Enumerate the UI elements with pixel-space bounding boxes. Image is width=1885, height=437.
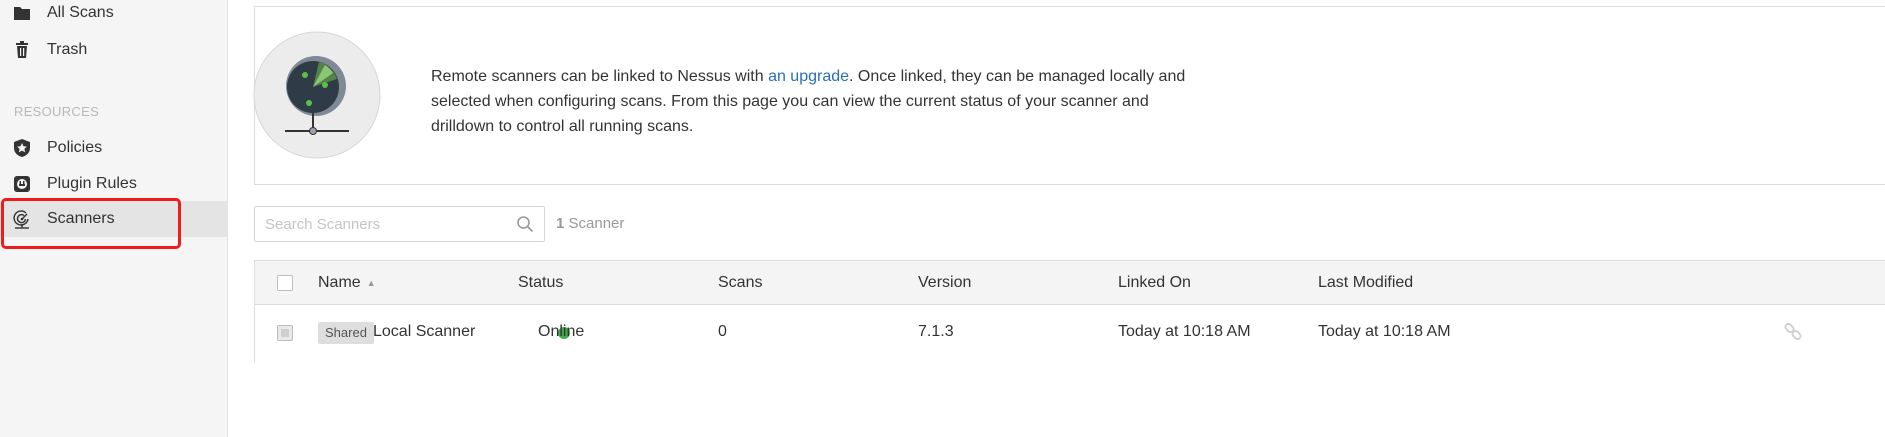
column-header-last-modified[interactable]: Last Modified	[1318, 274, 1413, 292]
sidebar-item-all-scans[interactable]: All Scans	[0, 0, 228, 31]
scanner-last-modified: Today at 10:18 AM	[1318, 323, 1451, 340]
search-scanners-box	[254, 206, 545, 242]
sidebar-item-trash[interactable]: Trash	[0, 32, 228, 68]
column-header-scans[interactable]: Scans	[718, 274, 762, 292]
link-icon[interactable]	[1783, 323, 1803, 343]
sort-ascending-icon: ▲	[366, 277, 376, 288]
column-header-status[interactable]: Status	[518, 274, 563, 292]
sidebar-item-label: Plugin Rules	[47, 175, 137, 192]
sidebar-item-label: Trash	[47, 41, 88, 58]
upgrade-link[interactable]: an upgrade	[768, 68, 849, 85]
scanner-version: 7.1.3	[918, 323, 954, 340]
sidebar-item-label: Policies	[47, 139, 103, 156]
scanner-name[interactable]: Local Scanner	[373, 323, 475, 341]
scanner-count: 1 Scanner	[556, 215, 624, 232]
trash-icon	[16, 41, 28, 58]
resources-section-title: RESOURCES	[14, 104, 100, 119]
select-all-checkbox[interactable]	[277, 275, 293, 291]
scanner-scans: 0	[718, 323, 727, 340]
column-header-label: Name	[318, 274, 361, 291]
sidebar-item-plugin-rules[interactable]: Plugin Rules	[0, 166, 228, 202]
table-row[interactable]: Shared Local Scanner Online 0 7.1.3 Toda…	[255, 305, 1885, 362]
info-text-part: Remote scanners can be linked to Nessus …	[431, 68, 769, 85]
scanner-linked-on: Today at 10:18 AM	[1118, 323, 1251, 340]
shared-badge: Shared	[318, 322, 374, 344]
highlight-annotation-box	[1, 198, 181, 249]
policy-shield-icon	[14, 139, 30, 157]
sidebar-item-label: All Scans	[47, 4, 114, 21]
table-header: Name ▲ Status Scans Version Linked On Las…	[255, 261, 1885, 305]
scanners-table: Name ▲ Status Scans Version Linked On Las…	[254, 260, 1885, 362]
search-icon[interactable]	[516, 215, 534, 233]
sidebar-item-policies[interactable]: Policies	[0, 130, 228, 166]
folder-icon	[14, 7, 30, 20]
plugin-rules-icon	[14, 176, 30, 192]
scanner-count-label: Scanner	[564, 215, 625, 232]
column-header-version[interactable]: Version	[918, 274, 971, 292]
info-description: Remote scanners can be linked to Nessus …	[431, 64, 1191, 139]
search-input[interactable]	[265, 213, 505, 235]
row-checkbox[interactable]	[277, 325, 293, 341]
column-header-linked-on[interactable]: Linked On	[1118, 274, 1191, 292]
scanner-status: Online	[538, 323, 585, 340]
column-header-name[interactable]: Name ▲	[318, 274, 376, 292]
scanner-illustration	[253, 31, 381, 159]
